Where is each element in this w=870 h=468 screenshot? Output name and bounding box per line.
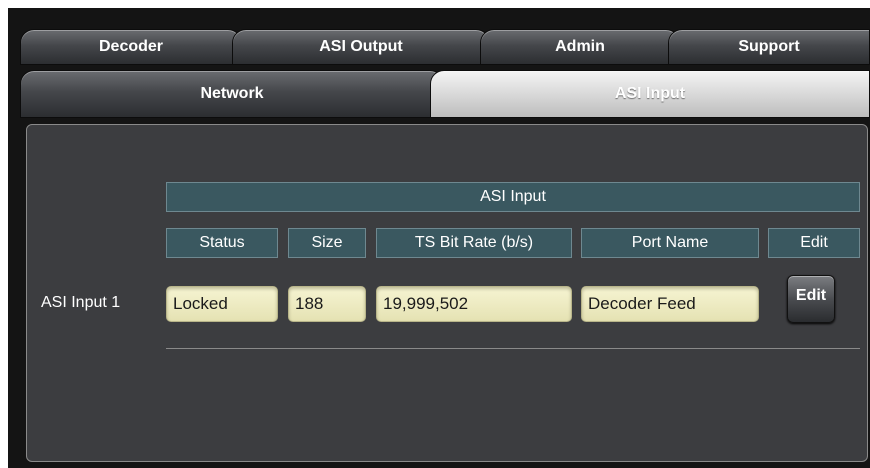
size-field: 188 <box>288 286 366 322</box>
table-title: ASI Input <box>166 182 860 212</box>
tab-admin[interactable]: Admin <box>480 29 680 65</box>
port-name-field: Decoder Feed <box>581 286 759 322</box>
column-header-bitrate-label: TS Bit Rate (b/s) <box>414 234 534 251</box>
column-header-size: Size <box>288 228 366 258</box>
column-header-edit: Edit <box>768 228 860 258</box>
tab-admin-label: Admin <box>555 38 605 55</box>
tab-support[interactable]: Support <box>668 29 870 65</box>
tab-decoder-label: Decoder <box>98 38 164 55</box>
size-value: 188 <box>295 294 324 313</box>
tab-support-label: Support <box>738 38 800 55</box>
column-header-size-label: Size <box>311 234 343 251</box>
column-header-port-name-label: Port Name <box>631 234 709 251</box>
tab-network[interactable]: Network <box>20 70 444 118</box>
edit-button[interactable]: Edit <box>787 275 835 323</box>
bitrate-value: 19,999,502 <box>383 294 469 313</box>
column-header-status: Status <box>166 228 278 258</box>
edit-button-label: Edit <box>795 287 827 304</box>
table-title-label: ASI Input <box>480 188 546 205</box>
tab-asi-input[interactable]: ASI Input <box>430 70 870 118</box>
port-name-value: Decoder Feed <box>588 294 696 313</box>
tab-decoder[interactable]: Decoder <box>20 29 242 65</box>
column-header-status-label: Status <box>199 234 245 251</box>
tab-asi-input-label: ASI Input <box>614 85 686 102</box>
column-header-bitrate: TS Bit Rate (b/s) <box>376 228 572 258</box>
tab-asi-output-label: ASI Output <box>319 38 403 55</box>
tab-asi-output[interactable]: ASI Output <box>232 29 490 65</box>
status-value: Locked <box>173 294 228 313</box>
row-divider <box>166 348 860 349</box>
row-label-asi-input-1: ASI Input 1 <box>41 294 121 311</box>
column-header-port-name: Port Name <box>581 228 759 258</box>
bitrate-field: 19,999,502 <box>376 286 572 322</box>
column-header-edit-label: Edit <box>800 234 828 251</box>
status-field: Locked <box>166 286 278 322</box>
tab-network-label: Network <box>200 85 264 102</box>
